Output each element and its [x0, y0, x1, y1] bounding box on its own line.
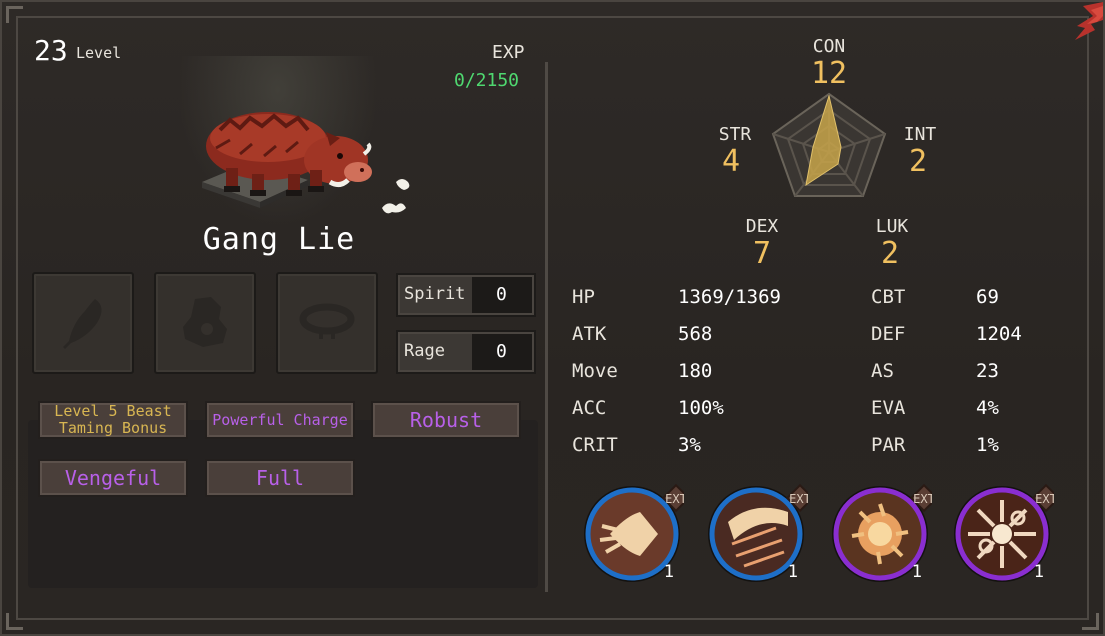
ext-badge: EXT	[1035, 492, 1054, 506]
ext-badge: EXT	[913, 492, 932, 506]
trait-vengeful[interactable]: Vengeful	[38, 459, 188, 497]
attr-int-label: INT	[903, 124, 937, 145]
exp-value: 0/2150	[454, 70, 520, 91]
trait-powerful-charge[interactable]: Powerful Charge	[205, 401, 355, 439]
close-icon[interactable]	[1071, 2, 1103, 42]
attr-str-value: 4	[721, 144, 741, 179]
feather-icon	[63, 299, 102, 349]
stat-cbt-label: CBT	[871, 286, 906, 308]
equipment-slot-3[interactable]	[276, 272, 378, 374]
attr-str-label: STR	[718, 124, 752, 145]
corner-ornament	[1082, 613, 1099, 630]
attr-con-value: 12	[810, 56, 848, 91]
stat-eva-value: 4%	[976, 397, 999, 419]
stat-hp-value: 1369/1369	[678, 286, 781, 308]
level-value: 23	[34, 34, 68, 67]
corner-ornament	[6, 613, 23, 630]
stat-cbt-value: 69	[976, 286, 999, 308]
exp-label: EXP	[492, 42, 525, 63]
trait-full[interactable]: Full	[205, 459, 355, 497]
stat-def-value: 1204	[976, 323, 1022, 345]
equipment-slot-1[interactable]	[32, 272, 134, 374]
attr-int-value: 2	[908, 144, 928, 179]
attr-dex-label: DEX	[745, 216, 779, 237]
stat-hp-label: HP	[572, 286, 595, 308]
equipment-slot-2[interactable]	[154, 272, 256, 374]
stat-atk-value: 568	[678, 323, 713, 345]
column-divider	[545, 62, 548, 592]
rage-value: 0	[472, 334, 532, 370]
spirit-label: Spirit	[404, 284, 466, 304]
skill-level: 1	[663, 562, 674, 582]
spirit-value: 0	[472, 277, 532, 313]
attr-dex-value: 7	[752, 236, 772, 271]
stat-atk-label: ATK	[572, 323, 607, 345]
stat-par-label: PAR	[871, 434, 906, 456]
skill-level: 1	[787, 562, 798, 582]
skill-level: 1	[1033, 562, 1044, 582]
stat-move-value: 180	[678, 360, 713, 382]
corner-ornament	[6, 6, 23, 23]
skill-slot-1[interactable]: EXT 1	[580, 482, 691, 586]
attr-con-label: CON	[812, 36, 846, 57]
trait-robust[interactable]: Robust	[371, 401, 521, 439]
stat-acc-value: 100%	[678, 397, 724, 419]
attr-luk-label: LUK	[875, 216, 909, 237]
stat-par-value: 1%	[976, 434, 999, 456]
skill-level: 1	[911, 562, 922, 582]
pet-name: Gang Lie	[202, 222, 356, 257]
skill-slot-4[interactable]: EXT 1	[950, 482, 1061, 586]
ext-badge: EXT	[789, 492, 808, 506]
ext-badge: EXT	[665, 492, 684, 506]
stat-crit-label: CRIT	[572, 434, 618, 456]
attr-luk-value: 2	[880, 236, 900, 271]
spirit-box: Spirit 0	[396, 273, 536, 317]
stat-crit-value: 3%	[678, 434, 701, 456]
level-label: Level	[76, 44, 122, 62]
traits-panel	[28, 420, 538, 588]
rage-box: Rage 0	[396, 330, 536, 374]
stat-as-value: 23	[976, 360, 999, 382]
stat-def-label: DEF	[871, 323, 906, 345]
stat-eva-label: EVA	[871, 397, 906, 419]
skill-slot-2[interactable]: EXT 1	[704, 482, 815, 586]
trait-beast-taming-bonus[interactable]: Level 5 Beast Taming Bonus	[38, 401, 188, 439]
boar-sprite	[202, 112, 410, 214]
armor-icon	[183, 297, 227, 347]
collar-icon	[299, 303, 355, 339]
stat-acc-label: ACC	[572, 397, 607, 419]
stat-as-label: AS	[871, 360, 894, 382]
skill-slot-3[interactable]: EXT 1	[828, 482, 939, 586]
stat-move-label: Move	[572, 360, 618, 382]
rage-label: Rage	[404, 341, 445, 361]
attribute-radar-chart	[771, 92, 887, 197]
